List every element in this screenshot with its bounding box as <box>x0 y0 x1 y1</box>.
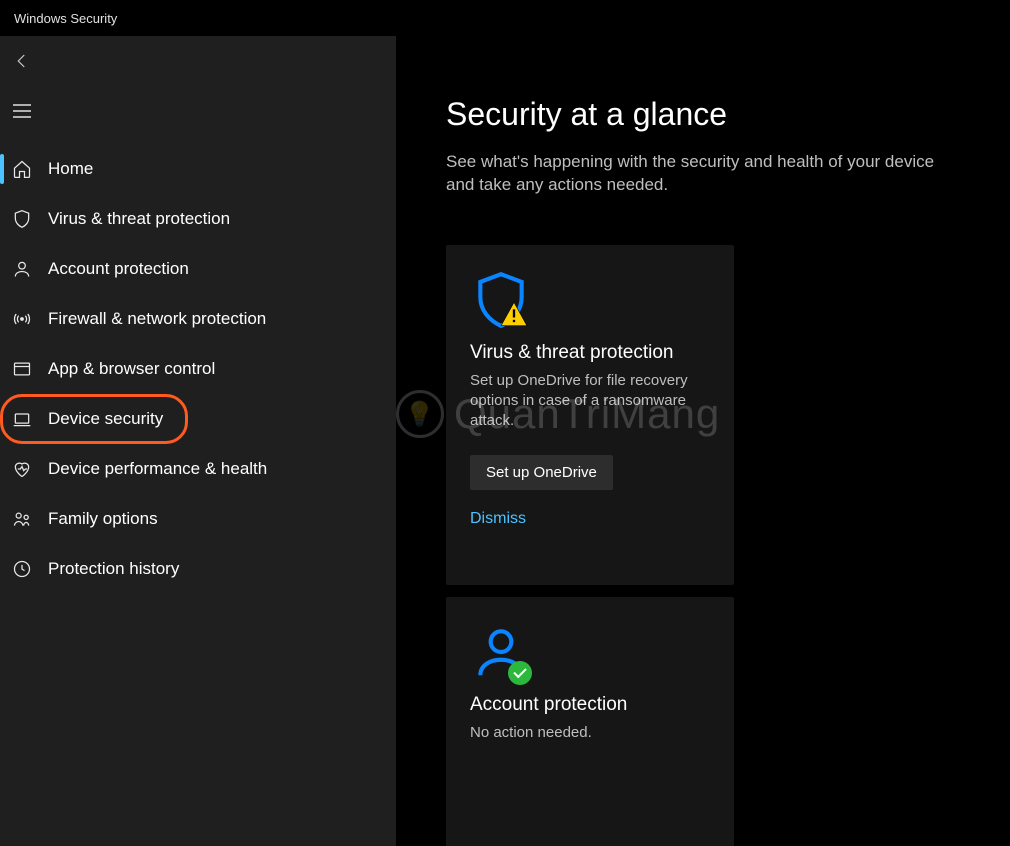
sidebar-item-family[interactable]: Family options <box>0 494 396 544</box>
window-title: Windows Security <box>14 11 117 26</box>
setup-onedrive-button[interactable]: Set up OneDrive <box>470 455 613 490</box>
sidebar-item-label: Device performance & health <box>48 459 267 479</box>
sidebar-item-label: Family options <box>48 509 158 529</box>
broadcast-icon <box>12 309 32 329</box>
warning-icon <box>500 301 528 327</box>
shield-icon <box>12 209 32 229</box>
back-icon[interactable] <box>12 51 32 71</box>
sidebar-item-label: Account protection <box>48 259 189 279</box>
tile-virus-threat[interactable]: Virus & threat protection Set up OneDriv… <box>446 245 734 585</box>
tile-account-protection[interactable]: Account protection No action needed. <box>446 597 734 846</box>
hamburger-row[interactable] <box>0 86 396 136</box>
home-icon <box>12 159 32 179</box>
dismiss-link[interactable]: Dismiss <box>470 510 710 528</box>
chip-icon <box>12 409 32 429</box>
sidebar-nav: Home Virus & threat protection Account p… <box>0 136 396 594</box>
page-subtitle: See what's happening with the security a… <box>446 151 966 197</box>
sidebar-item-device-security[interactable]: Device security <box>0 394 188 444</box>
main-content: Security at a glance See what's happenin… <box>396 36 1010 846</box>
sidebar-item-label: Home <box>48 159 93 179</box>
sidebar: Home Virus & threat protection Account p… <box>0 36 396 846</box>
page-title: Security at a glance <box>446 96 1010 133</box>
tile-desc: Set up OneDrive for file recovery option… <box>470 371 710 432</box>
hamburger-icon <box>12 103 32 119</box>
sidebar-item-app-browser[interactable]: App & browser control <box>0 344 396 394</box>
sidebar-item-label: App & browser control <box>48 359 215 379</box>
tile-desc: No action needed. <box>470 723 710 743</box>
tile-title: Account protection <box>470 693 710 717</box>
sidebar-item-account[interactable]: Account protection <box>0 244 396 294</box>
heart-icon <box>12 459 32 479</box>
titlebar: Windows Security <box>0 0 1010 36</box>
history-icon <box>12 559 32 579</box>
tile-icon-wrap <box>470 269 710 331</box>
back-row <box>0 36 396 86</box>
person-icon <box>12 259 32 279</box>
window-icon <box>12 359 32 379</box>
sidebar-item-label: Protection history <box>48 559 179 579</box>
tiles-grid: Virus & threat protection Set up OneDriv… <box>446 245 1010 846</box>
family-icon <box>12 509 32 529</box>
tile-icon-wrap <box>470 621 710 683</box>
sidebar-item-home[interactable]: Home <box>0 144 396 194</box>
sidebar-item-label: Device security <box>48 409 163 429</box>
sidebar-item-firewall[interactable]: Firewall & network protection <box>0 294 396 344</box>
sidebar-item-label: Firewall & network protection <box>48 309 266 329</box>
sidebar-item-history[interactable]: Protection history <box>0 544 396 594</box>
tile-title: Virus & threat protection <box>470 341 710 365</box>
sidebar-item-virus[interactable]: Virus & threat protection <box>0 194 396 244</box>
check-ok-icon <box>508 661 532 685</box>
sidebar-item-label: Virus & threat protection <box>48 209 230 229</box>
sidebar-item-performance[interactable]: Device performance & health <box>0 444 396 494</box>
